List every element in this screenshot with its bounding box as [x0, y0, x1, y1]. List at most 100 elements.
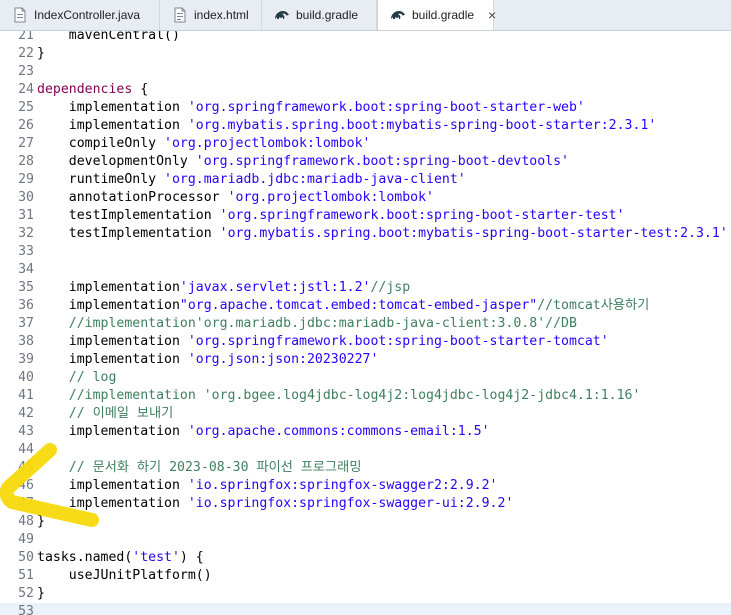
code-line[interactable]: 31 testImplementation 'org.springframewo…: [0, 207, 731, 225]
code-line[interactable]: 21 mavenCentral(): [0, 31, 731, 45]
tab-label: IndexController.java: [34, 8, 141, 22]
code-token: implementation: [37, 424, 188, 439]
tab-label: build.gradle: [412, 8, 475, 22]
code-line[interactable]: 49: [0, 531, 731, 549]
code-token: 'org.projectlombok:lombok': [164, 136, 371, 151]
code-line[interactable]: 50 tasks.named('test') {: [0, 549, 731, 567]
code-line[interactable]: 40 // log: [0, 369, 731, 387]
code-text: tasks.named('test') {: [37, 549, 204, 567]
code-line[interactable]: 35 implementation'javax.servlet:jstl:1.2…: [0, 279, 731, 297]
line-number: 24: [18, 82, 34, 97]
code-token: 'org.projectlombok:lombok': [227, 190, 434, 205]
line-number: 25: [18, 100, 34, 115]
line-number: 45: [18, 460, 34, 475]
line-number: 38: [18, 334, 34, 349]
code-text: //implementation'org.mariadb.jdbc:mariad…: [37, 315, 577, 333]
line-number: 31: [18, 208, 34, 223]
code-line[interactable]: 52}: [0, 585, 731, 603]
gradle-elephant-icon: [275, 11, 289, 19]
line-number: 22: [18, 46, 34, 61]
code-token: implementation: [37, 118, 188, 133]
code-token: ) {: [179, 550, 204, 565]
code-token: implementation: [37, 334, 188, 349]
line-number: 43: [18, 424, 34, 439]
code-line[interactable]: 26 implementation 'org.mybatis.spring.bo…: [0, 117, 731, 135]
code-text: implementation 'org.json:json:20230227': [37, 351, 379, 369]
line-number: 36: [18, 298, 34, 313]
code-line[interactable]: 45 // 문서화 하기 2023-08-30 파이선 프로그래밍: [0, 459, 731, 477]
code-line[interactable]: 38 implementation 'org.springframework.b…: [0, 333, 731, 351]
code-token: implementation: [37, 100, 188, 115]
code-text: mavenCentral(): [37, 31, 180, 45]
code-line[interactable]: 22}: [0, 45, 731, 63]
line-number: 52: [18, 586, 34, 601]
code-line[interactable]: 25 implementation 'org.springframework.b…: [0, 99, 731, 117]
line-number: 44: [18, 442, 34, 457]
code-text: implementation 'org.apache.commons:commo…: [37, 423, 490, 441]
code-token: useJUnitPlatform(): [37, 568, 212, 583]
code-line[interactable]: 33: [0, 243, 731, 261]
code-line[interactable]: 42 // 이메일 보내기: [0, 405, 731, 423]
code-text: implementation"org.apache.tomcat.embed:t…: [37, 297, 650, 315]
code-text: runtimeOnly 'org.mariadb.jdbc:mariadb-ja…: [37, 171, 466, 189]
java-file-icon: [14, 7, 26, 23]
code-token: annotationProcessor: [37, 190, 228, 205]
code-line[interactable]: 51 useJUnitPlatform(): [0, 567, 731, 585]
code-line[interactable]: 36 implementation"org.apache.tomcat.embe…: [0, 297, 731, 315]
code-line[interactable]: 32 testImplementation 'org.mybatis.sprin…: [0, 225, 731, 243]
code-line[interactable]: 47 implementation 'io.springfox:springfo…: [0, 495, 731, 513]
code-text: implementation'javax.servlet:jstl:1.2'//…: [37, 279, 410, 297]
code-token: 'org.mybatis.spring.boot:mybatis-spring-…: [187, 118, 657, 133]
code-token: "org.apache.tomcat.embed:tomcat-embed-ja…: [179, 298, 538, 313]
code-token: implementation: [37, 298, 180, 313]
code-line[interactable]: 44: [0, 441, 731, 459]
code-text: }: [37, 513, 45, 531]
code-line[interactable]: 46 implementation 'io.springfox:springfo…: [0, 477, 731, 495]
tab-build-gradle-1[interactable]: build.gradle: [262, 0, 377, 30]
code-text: implementation 'org.springframework.boot…: [37, 99, 585, 117]
code-text: // 문서화 하기 2023-08-30 파이선 프로그래밍: [37, 459, 362, 477]
line-number: 30: [18, 190, 34, 205]
html-file-icon: [174, 7, 186, 23]
code-text: implementation 'io.springfox:springfox-s…: [37, 495, 514, 513]
tab-build-gradle-2[interactable]: build.gradle ×: [377, 0, 496, 30]
code-line[interactable]: 24 dependencies {: [0, 81, 731, 99]
line-number: 49: [18, 532, 34, 547]
gradle-elephant-icon: [391, 11, 405, 19]
code-editor[interactable]: 21 mavenCentral() 22} 23 24 dependencies {25…: [0, 31, 731, 615]
line-number: 27: [18, 136, 34, 151]
tab-label: build.gradle: [296, 8, 359, 22]
code-token: testImplementation: [37, 226, 220, 241]
code-token: testImplementation: [37, 208, 220, 223]
code-line[interactable]: 34: [0, 261, 731, 279]
code-line[interactable]: 27 compileOnly 'org.projectlombok:lombok…: [0, 135, 731, 153]
code-line[interactable]: 43 implementation 'org.apache.commons:co…: [0, 423, 731, 441]
code-line[interactable]: 37 //implementation'org.mariadb.jdbc:mar…: [0, 315, 731, 333]
line-number: 40: [18, 370, 34, 385]
line-number: 23: [18, 64, 34, 79]
code-token: runtimeOnly: [37, 172, 165, 187]
code-line[interactable]: 23: [0, 63, 731, 81]
code-token: }: [37, 46, 45, 61]
code-token: 'io.springfox:springfox-swagger2:2.9.2': [187, 478, 498, 493]
code-line[interactable]: 41 //implementation 'org.bgee.log4jdbc-l…: [0, 387, 731, 405]
code-line[interactable]: 28 developmentOnly 'org.springframework.…: [0, 153, 731, 171]
code-token: implementation: [37, 352, 188, 367]
code-text: annotationProcessor 'org.projectlombok:l…: [37, 189, 434, 207]
code-line[interactable]: 30 annotationProcessor 'org.projectlombo…: [0, 189, 731, 207]
code-line[interactable]: 53: [0, 603, 731, 615]
code-line[interactable]: 39 implementation 'org.json:json:2023022…: [0, 351, 731, 369]
line-number: 50: [18, 550, 34, 565]
tab-index-html[interactable]: index.html: [160, 0, 262, 30]
code-token: // 문서화 하기 2023-08-30 파이선 프로그래밍: [37, 460, 362, 475]
line-number: 41: [18, 388, 34, 403]
code-line[interactable]: 29 runtimeOnly 'org.mariadb.jdbc:mariadb…: [0, 171, 731, 189]
code-line[interactable]: 48}: [0, 513, 731, 531]
code-token: 'org.springframework.boot:spring-boot-de…: [195, 154, 569, 169]
code-token: 'org.springframework.boot:spring-boot-st…: [219, 208, 625, 223]
editor-tab-bar: IndexController.java index.html build.gr…: [0, 0, 731, 31]
line-number: 28: [18, 154, 34, 169]
close-icon[interactable]: ×: [488, 7, 496, 23]
code-token: }: [37, 514, 45, 529]
tab-index-controller-java[interactable]: IndexController.java: [0, 0, 160, 30]
